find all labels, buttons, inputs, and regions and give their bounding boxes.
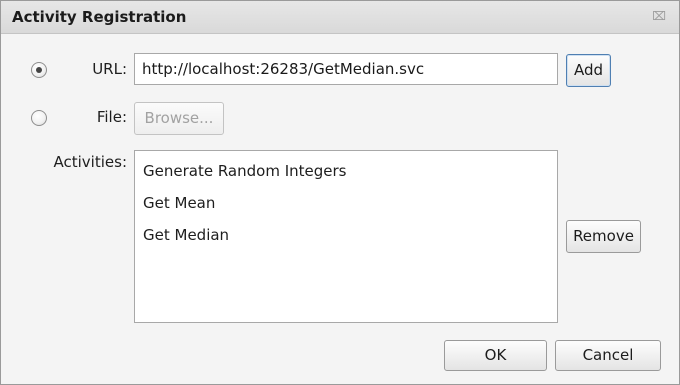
radio-selected-dot [36,67,42,73]
dialog-title: Activity Registration [12,8,187,26]
activities-label: Activities: [53,153,127,171]
list-item[interactable]: Get Median [135,219,557,251]
ok-button[interactable]: OK [444,340,547,371]
list-item[interactable]: Generate Random Integers [135,155,557,187]
browse-button[interactable]: Browse... [134,102,224,135]
url-input[interactable] [134,53,558,85]
url-label: URL: [92,60,127,78]
activities-list[interactable]: Generate Random Integers Get Mean Get Me… [134,150,558,323]
file-label: File: [96,108,127,126]
add-button[interactable]: Add [566,54,611,87]
remove-button[interactable]: Remove [566,220,641,253]
cancel-button[interactable]: Cancel [555,340,661,371]
file-radio[interactable] [31,110,47,126]
close-icon[interactable]: ⌧ [652,9,666,23]
activity-registration-dialog: Activity Registration ⌧ URL: Add File: B… [0,0,680,385]
title-bar[interactable]: Activity Registration ⌧ [1,1,679,34]
list-item[interactable]: Get Mean [135,187,557,219]
url-radio[interactable] [31,62,47,78]
